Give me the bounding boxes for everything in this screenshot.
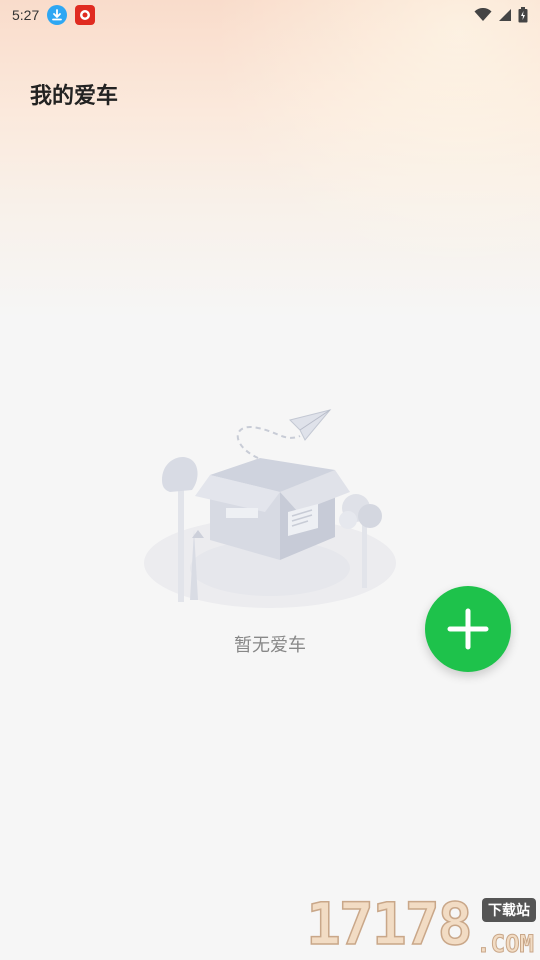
page-title: 我的爱车 <box>30 83 119 108</box>
shop-app-icon <box>75 5 96 25</box>
watermark-digits: 17178 <box>305 889 473 959</box>
signal-icon <box>499 9 511 21</box>
download-icon <box>47 5 68 25</box>
add-car-button[interactable] <box>425 586 511 672</box>
status-bar: 5:27 <box>0 0 540 30</box>
plus-icon <box>447 608 489 650</box>
watermark: 17178 下载站 .COM <box>305 889 536 960</box>
watermark-suffix: .COM <box>476 930 535 959</box>
status-right-icons <box>474 7 528 23</box>
status-time: 5:27 <box>12 7 40 23</box>
watermark-badge: 下载站 <box>482 898 536 922</box>
battery-icon <box>518 7 528 23</box>
header-background <box>0 0 540 320</box>
wifi-icon <box>474 8 492 21</box>
empty-box-illustration <box>144 409 396 608</box>
